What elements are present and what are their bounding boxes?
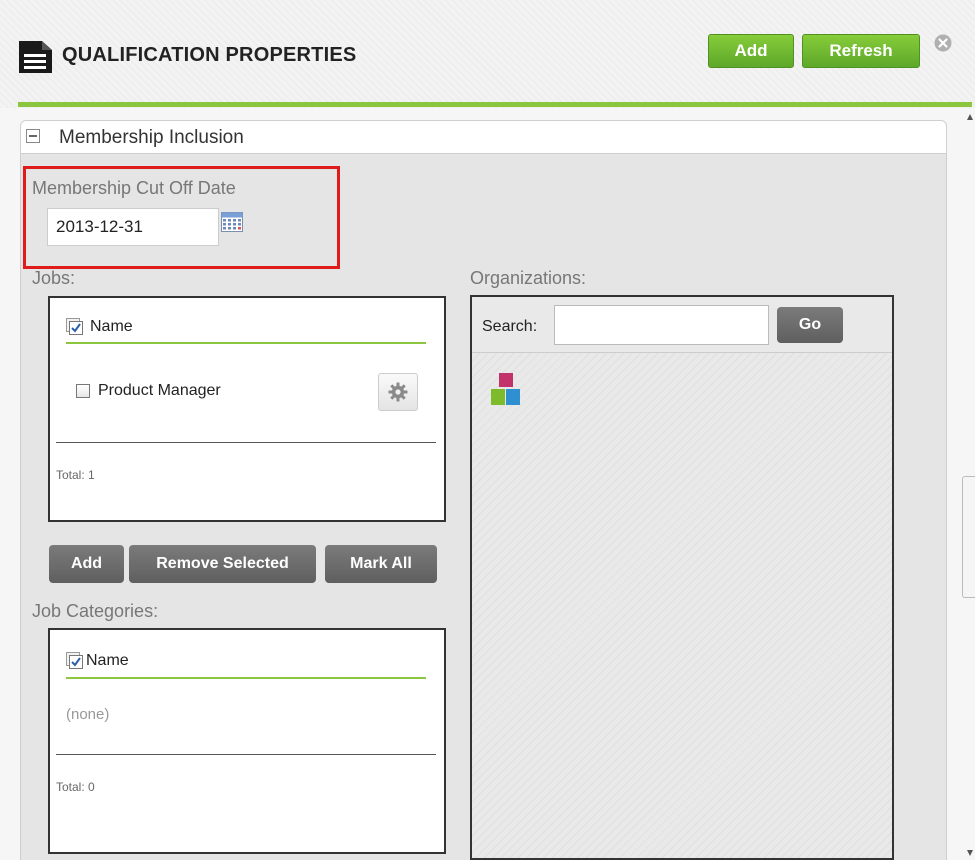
- job-categories-footer-separator: [56, 754, 436, 755]
- organizations-search-bar: Search: Go: [472, 297, 892, 353]
- membership-inclusion-header[interactable]: Membership Inclusion: [20, 120, 947, 154]
- row-settings-button[interactable]: [378, 373, 418, 411]
- jobs-footer-separator: [56, 442, 436, 443]
- go-button[interactable]: Go: [777, 307, 843, 343]
- jobs-header-underline: [66, 342, 426, 344]
- jobs-list: Name Product Manager Total: 1: [48, 296, 446, 522]
- mark-all-button[interactable]: Mark All: [325, 545, 437, 583]
- section-title: Membership Inclusion: [59, 127, 244, 148]
- collapse-icon[interactable]: [26, 129, 40, 143]
- jobs-label: Jobs:: [32, 268, 76, 288]
- highlight-annotation: [23, 166, 340, 269]
- job-categories-total: Total: 0: [56, 780, 95, 794]
- header-add-button[interactable]: Add: [708, 34, 794, 68]
- job-categories-header-underline: [66, 677, 426, 679]
- job-name: Product Manager: [98, 382, 221, 399]
- select-all-checkbox-icon[interactable]: [66, 652, 86, 670]
- close-icon[interactable]: [934, 34, 952, 52]
- select-all-checkbox-icon[interactable]: [66, 318, 86, 336]
- organization-search-input[interactable]: [554, 305, 769, 345]
- job-categories-empty: (none): [66, 706, 110, 723]
- document-list-icon: [19, 41, 52, 73]
- add-job-button[interactable]: Add: [49, 545, 124, 583]
- remove-selected-button[interactable]: Remove Selected: [129, 545, 316, 583]
- job-categories-name-header: Name: [86, 652, 129, 669]
- jobs-name-header: Name: [90, 318, 133, 335]
- header-divider: [18, 102, 972, 107]
- job-categories-list: Name (none) Total: 0: [48, 628, 446, 854]
- organization-tree-icon[interactable]: [489, 371, 525, 409]
- search-label: Search:: [482, 318, 538, 335]
- organizations-panel: Search: Go: [470, 295, 894, 860]
- jobs-column-header[interactable]: Name: [66, 318, 133, 336]
- jobs-total: Total: 1: [56, 468, 95, 482]
- row-checkbox[interactable]: [76, 384, 90, 398]
- job-categories-label: Job Categories:: [32, 601, 159, 621]
- job-categories-column-header[interactable]: Name: [66, 652, 129, 670]
- organizations-label: Organizations:: [470, 268, 587, 288]
- refresh-button[interactable]: Refresh: [802, 34, 920, 68]
- scrollbar-thumb[interactable]: [962, 476, 975, 598]
- gear-icon: [388, 382, 408, 402]
- page-title: QUALIFICATION PROPERTIES: [62, 44, 357, 66]
